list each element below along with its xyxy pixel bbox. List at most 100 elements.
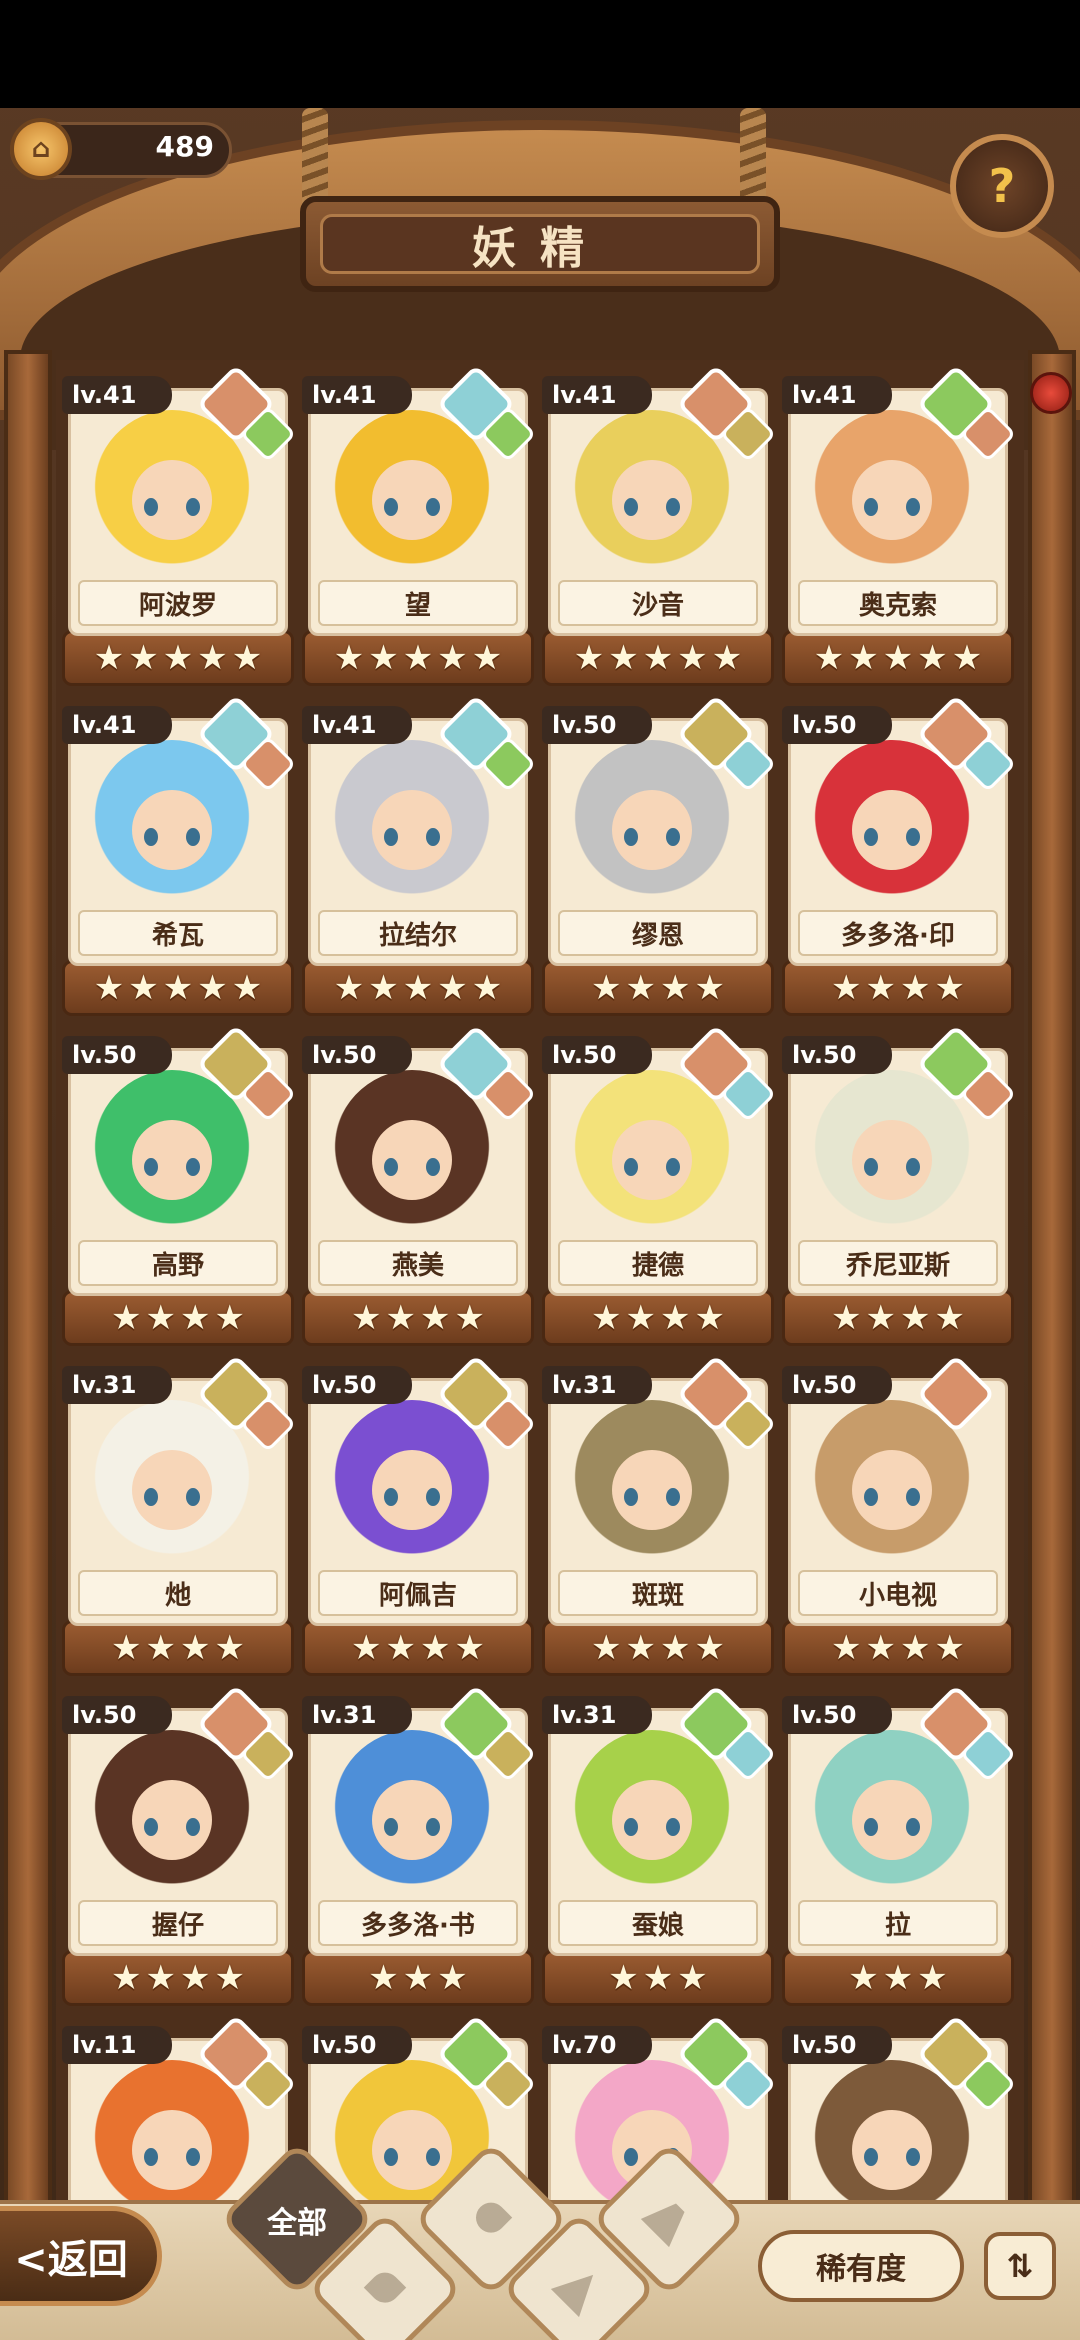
rarity-sort-button[interactable]: 稀有度: [758, 2230, 964, 2302]
fairy-name: 多多洛·书: [318, 1900, 518, 1946]
star-icon: ★: [694, 1298, 725, 1338]
fairy-eye: [864, 2148, 878, 2166]
star-icon: ★: [951, 638, 983, 678]
star-icon: ★: [591, 968, 622, 1008]
star-icon: ★: [471, 638, 503, 678]
star-icon: ★: [437, 1958, 468, 1998]
fairy-face: [612, 1450, 692, 1530]
fairy-card[interactable]: lv.50 捷德 ★ ★ ★ ★: [542, 1024, 777, 1346]
fairy-face: [372, 1120, 452, 1200]
fairy-eye: [906, 498, 920, 516]
fairy-eye: [666, 1158, 680, 1176]
level-badge: lv.41: [302, 706, 412, 744]
fairy-face: [372, 460, 452, 540]
star-icon: ★: [865, 1298, 896, 1338]
fairy-card[interactable]: lv.50 高野 ★ ★ ★ ★: [62, 1024, 297, 1346]
fairy-eye: [426, 828, 440, 846]
fairy-eye: [864, 1818, 878, 1836]
fairy-face: [612, 460, 692, 540]
fairy-card[interactable]: lv.50 乔尼亚斯 ★ ★ ★ ★: [782, 1024, 1017, 1346]
fairy-face: [132, 460, 212, 540]
level-badge: lv.50: [62, 1696, 172, 1734]
fairy-eye: [384, 1818, 398, 1836]
level-badge: lv.31: [302, 1696, 412, 1734]
star-icon: ★: [831, 1628, 862, 1668]
fairy-eye: [906, 828, 920, 846]
star-icon: ★: [694, 1628, 725, 1668]
star-icon: ★: [711, 638, 743, 678]
fairy-card[interactable]: lv.50 多多洛·印 ★ ★ ★ ★: [782, 694, 1017, 1016]
star-rating: ★ ★ ★ ★ ★: [302, 968, 534, 1008]
fairy-card[interactable]: lv.50 小电视 ★ ★ ★ ★: [782, 1354, 1014, 1676]
sort-order-button[interactable]: ⇅: [984, 2232, 1056, 2300]
star-icon: ★: [917, 638, 948, 678]
fairy-name: 高野: [78, 1240, 278, 1286]
fairy-eye: [144, 1158, 158, 1176]
star-icon: ★: [402, 968, 434, 1008]
fairy-eye: [666, 498, 680, 516]
currency-value: 489: [155, 130, 214, 163]
star-icon: ★: [848, 1958, 879, 1998]
level-badge: lv.50: [782, 706, 892, 744]
star-icon: ★: [677, 638, 708, 678]
fairy-eye: [186, 498, 200, 516]
fairy-name: 奥克索: [798, 580, 998, 626]
star-icon: ★: [214, 1958, 245, 1998]
fairy-card[interactable]: lv.41 望 ★ ★ ★ ★ ★: [302, 364, 537, 686]
fairy-card[interactable]: lv.50 燕美 ★ ★ ★ ★: [302, 1024, 537, 1346]
star-icon: ★: [214, 1298, 245, 1338]
fairy-card[interactable]: lv.41 沙音 ★ ★ ★ ★ ★: [542, 364, 777, 686]
level-badge: lv.50: [782, 1696, 892, 1734]
fairy-face: [852, 1120, 932, 1200]
level-badge: lv.50: [62, 1036, 172, 1074]
star-icon: ★: [333, 638, 365, 678]
fairy-eye: [624, 1158, 638, 1176]
back-button[interactable]: <返回: [0, 2206, 162, 2306]
fairy-card[interactable]: lv.31 多多洛·书 ★ ★ ★: [302, 1684, 537, 2006]
star-rating: ★ ★ ★ ★: [782, 1628, 1014, 1668]
star-rating: ★ ★ ★: [302, 1958, 534, 1998]
star-icon: ★: [625, 968, 656, 1008]
star-icon: ★: [694, 968, 725, 1008]
star-icon: ★: [197, 638, 228, 678]
star-icon: ★: [882, 1958, 914, 1998]
fairy-eye: [384, 1158, 398, 1176]
fairy-card[interactable]: lv.50 拉 ★ ★ ★: [782, 1684, 1017, 2006]
level-badge: lv.31: [542, 1366, 652, 1404]
fairy-face: [372, 2110, 452, 2190]
fairy-card[interactable]: lv.41 阿波罗 ★ ★ ★ ★ ★: [62, 364, 297, 686]
game-screen: ⌂ 489 ? 妖精 lv.41 阿波罗 ★ ★ ★ ★ ★ lv.41 望 ★ ★ ★ ★ ★ lv.41…: [0, 0, 1080, 2340]
fairy-face: [132, 2110, 212, 2190]
left-pillar: [4, 350, 52, 2250]
fairy-card[interactable]: lv.41 拉结尔 ★ ★ ★ ★ ★: [302, 694, 537, 1016]
fairy-card[interactable]: lv.41 奥克索 ★ ★ ★ ★ ★: [782, 364, 1017, 686]
star-icon: ★: [591, 1298, 622, 1338]
fairy-card[interactable]: lv.41 希瓦 ★ ★ ★ ★ ★: [62, 694, 297, 1016]
fairy-eye: [144, 498, 158, 516]
fairy-eye: [666, 828, 680, 846]
fairy-card[interactable]: lv.50 阿佩吉 ★ ★ ★ ★: [302, 1354, 537, 1676]
fairy-eye: [144, 1488, 158, 1506]
fairy-card[interactable]: lv.31 灺 ★ ★ ★ ★: [62, 1354, 297, 1676]
star-rating: ★ ★ ★ ★: [62, 1958, 294, 1998]
fairy-card[interactable]: lv.50 握仔 ★ ★ ★ ★: [62, 1684, 297, 2006]
fairy-name: 拉结尔: [318, 910, 518, 956]
fairy-card[interactable]: lv.31 蚕娘 ★ ★ ★: [542, 1684, 777, 2006]
level-badge: lv.50: [542, 1036, 652, 1074]
star-rating: ★ ★ ★ ★ ★: [62, 638, 294, 678]
fairy-face: [372, 790, 452, 870]
star-icon: ★: [831, 968, 862, 1008]
star-icon: ★: [900, 968, 931, 1008]
star-icon: ★: [145, 1298, 176, 1338]
level-badge: lv.70: [542, 2026, 652, 2064]
fairy-face: [132, 1450, 212, 1530]
fairy-name: 希瓦: [78, 910, 278, 956]
fairy-eye: [906, 2148, 920, 2166]
fairy-card[interactable]: lv.11: [62, 2014, 297, 2200]
fairy-card[interactable]: lv.50: [782, 2014, 1017, 2200]
star-rating: ★ ★ ★ ★: [782, 968, 1014, 1008]
star-rating: ★ ★ ★ ★ ★: [302, 638, 534, 678]
fairy-card[interactable]: lv.31 斑斑 ★ ★ ★ ★: [542, 1354, 777, 1676]
fairy-card[interactable]: lv.50 缪恩 ★ ★ ★ ★: [542, 694, 777, 1016]
help-button[interactable]: ?: [950, 134, 1054, 238]
